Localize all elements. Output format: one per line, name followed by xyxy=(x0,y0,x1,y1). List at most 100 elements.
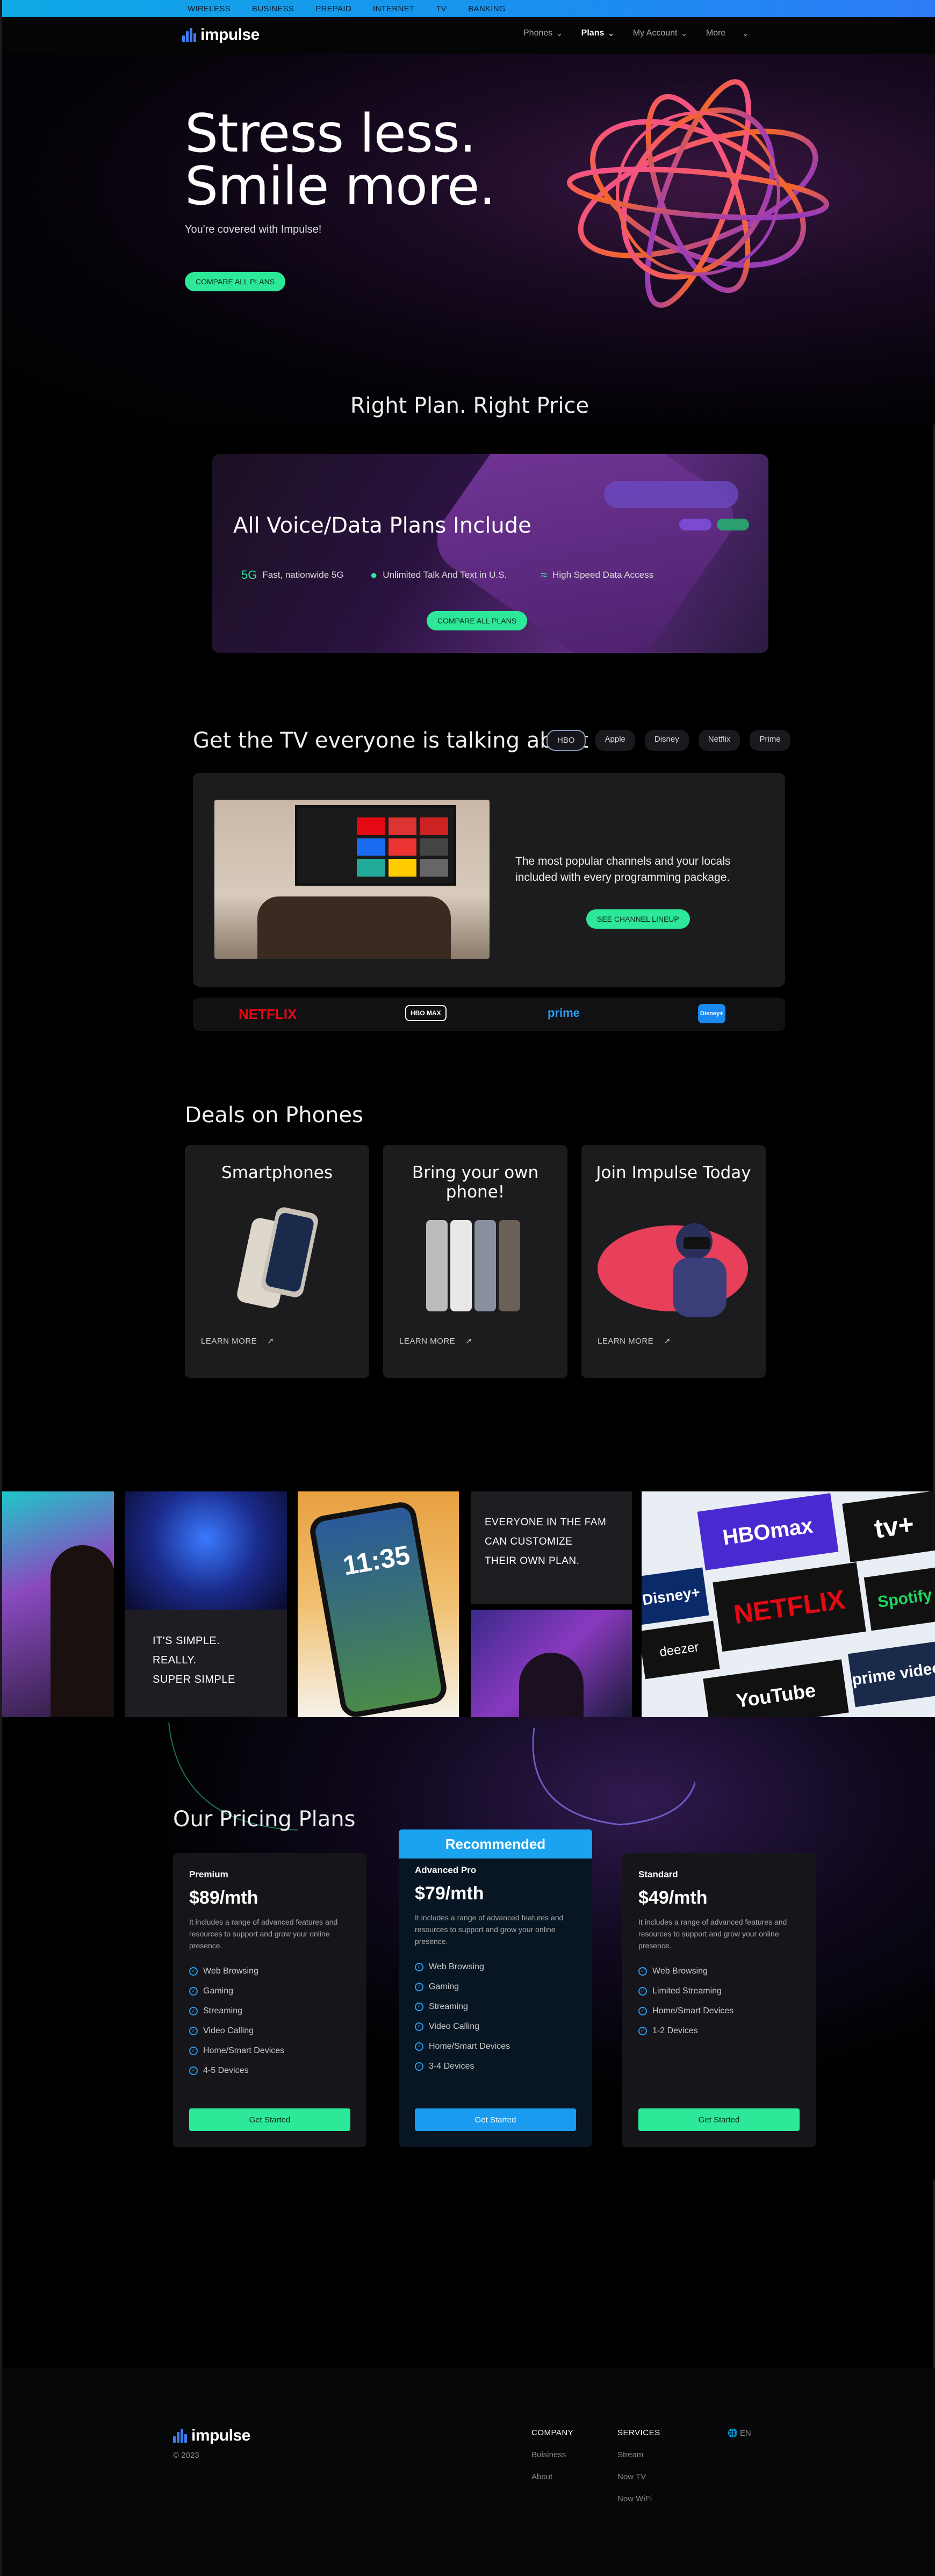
prime-logo: prime xyxy=(548,1006,580,1020)
check-circle-icon: ✓ xyxy=(189,2006,198,2015)
nav-item-phones[interactable]: Phones ⌄ xyxy=(523,28,563,39)
get-started-button[interactable]: Get Started xyxy=(189,2108,350,2131)
plan-feature-label: Gaming xyxy=(429,1982,459,1991)
get-started-button[interactable]: Get Started xyxy=(415,2108,576,2131)
topbar-link-prepaid[interactable]: PREPAID xyxy=(315,4,351,13)
brand-logo[interactable]: impulse xyxy=(182,26,260,44)
plan-feature-label: Home/Smart Devices xyxy=(652,2006,734,2015)
plan-feature: ✓ Web Browsing xyxy=(415,1957,576,1977)
plan-feature: ✓ Limited Streaming xyxy=(638,1981,800,2001)
hero-headline: Stress less. Smile more. xyxy=(185,107,496,213)
nav-item-label: My Account xyxy=(632,28,678,38)
plan-price: $89/mth xyxy=(189,1888,258,1908)
youtube-tile: YouTube xyxy=(703,1659,849,1717)
disney-tile: Disney+ xyxy=(642,1567,709,1625)
tab-prime[interactable]: Prime xyxy=(750,730,790,751)
copyright: © 2023 xyxy=(173,2451,199,2460)
hbo-max-logo: HBO MAX xyxy=(405,1005,447,1021)
get-started-button[interactable]: Get Started xyxy=(638,2108,800,2131)
tv-screen-graphic xyxy=(295,805,456,886)
compare-plans-button[interactable]: COMPARE ALL PLANS xyxy=(185,272,286,291)
topbar-link-tv[interactable]: TV xyxy=(436,4,447,13)
learn-more-link[interactable]: LEARN MORE ↗ xyxy=(399,1336,472,1346)
plan-card-advanced-pro: Advanced Pro $79/mth It includes a range… xyxy=(399,1859,592,2147)
footer-services-column: SERVICES Stream Now TV Now WiFi xyxy=(617,2428,660,2503)
feature-label: Unlimited Talk And Text in U.S. xyxy=(383,570,507,580)
nav-item-more[interactable]: More ⌄ xyxy=(706,28,749,39)
nav-links: Phones ⌄ Plans ⌄ My Account ⌄ More ⌄ xyxy=(523,28,749,39)
globe-icon: 🌐 xyxy=(728,2429,738,2438)
language-selector[interactable]: 🌐 EN xyxy=(728,2428,751,2438)
check-circle-icon: ✓ xyxy=(189,2026,198,2035)
include-compare-button[interactable]: COMPARE ALL PLANS xyxy=(427,611,528,630)
plan-feature-label: Limited Streaming xyxy=(652,1986,722,1996)
plan-feature-label: Video Calling xyxy=(429,2021,479,2031)
plan-feature: ✓ Web Browsing xyxy=(638,1961,800,1981)
footer-heading: SERVICES xyxy=(617,2428,660,2437)
plan-name: Premium xyxy=(189,1869,228,1879)
plan-feature-label: 3-4 Devices xyxy=(429,2061,474,2071)
plan-feature-label: Web Browsing xyxy=(203,1966,258,1976)
family-silhouette xyxy=(257,896,451,959)
simple-line: SUPER SIMPLE xyxy=(153,1674,235,1685)
deal-card-join[interactable]: Join Impulse Today LEARN MORE ↗ xyxy=(581,1145,766,1378)
footer-link-now-tv[interactable]: Now TV xyxy=(617,2472,660,2481)
plan-name: Advanced Pro xyxy=(415,1865,477,1875)
channel-lineup-button[interactable]: SEE CHANNEL LINEUP xyxy=(586,909,690,929)
deezer-tile: deezer xyxy=(642,1620,720,1680)
plan-feature: ✓ Video Calling xyxy=(415,2017,576,2036)
footer-link-about[interactable]: About xyxy=(531,2472,573,2481)
check-circle-icon: ✓ xyxy=(189,2066,198,2075)
check-circle-icon: ✓ xyxy=(415,2042,423,2051)
learn-more-label: LEARN MORE xyxy=(399,1337,456,1346)
hero-headline-line1: Stress less. xyxy=(185,103,476,164)
language-label: EN xyxy=(739,2429,751,2438)
tab-netflix[interactable]: Netflix xyxy=(698,730,740,751)
stadium-photo xyxy=(125,1491,287,1610)
deal-card-title: Join Impulse Today xyxy=(596,1163,751,1182)
topbar-link-internet[interactable]: INTERNET xyxy=(373,4,414,13)
lifestyle-collage: IT'S SIMPLE. REALLY. SUPER SIMPLE 11:35 … xyxy=(2,1491,935,1717)
tab-disney[interactable]: Disney xyxy=(644,730,689,751)
deal-card-smartphones[interactable]: Smartphones LEARN MORE ↗ xyxy=(185,1145,369,1378)
arrow-up-right-icon: ↗ xyxy=(267,1337,274,1346)
footer xyxy=(2,2369,935,2576)
footer-link-now-wifi[interactable]: Now WiFi xyxy=(617,2494,660,2503)
deal-card-byop[interactable]: Bring your own phone! LEARN MORE ↗ xyxy=(383,1145,567,1378)
plan-feature-label: Gaming xyxy=(203,1986,234,1996)
check-circle-icon: ✓ xyxy=(415,2022,423,2031)
footer-link-stream[interactable]: Stream xyxy=(617,2450,660,2459)
phone-on-table-photo: 11:35 xyxy=(298,1491,459,1717)
topbar-link-banking[interactable]: BANKING xyxy=(468,4,506,13)
tab-apple[interactable]: Apple xyxy=(595,730,635,751)
topbar-link-wireless[interactable]: WIRELESS xyxy=(188,4,231,13)
tv-section-title: Get the TV everyone is talking about xyxy=(193,728,589,753)
feature-label: High Speed Data Access xyxy=(552,570,654,580)
plan-feature: ✓ Web Browsing xyxy=(189,1961,350,1981)
footer-link-business[interactable]: Buisiness xyxy=(531,2450,573,2459)
topbar-link-business[interactable]: BUSINESS xyxy=(252,4,294,13)
learn-more-link[interactable]: LEARN MORE ↗ xyxy=(201,1336,274,1346)
footer-brand-logo[interactable]: impulse xyxy=(173,2427,250,2445)
tv-card: The most popular channels and your local… xyxy=(193,773,785,987)
simple-line: IT'S SIMPLE. xyxy=(153,1635,220,1647)
phone-clock: 11:35 xyxy=(341,1539,413,1581)
plan-feature: ✓ Home/Smart Devices xyxy=(189,2041,350,2061)
logo-bars-icon xyxy=(182,28,197,42)
recommended-banner: Recommended xyxy=(399,1829,592,1859)
plan-feature: ✓ Gaming xyxy=(415,1977,576,1997)
nav-item-my-account[interactable]: My Account ⌄ xyxy=(633,28,688,39)
simple-text: IT'S SIMPLE. REALLY. SUPER SIMPLE xyxy=(153,1631,235,1689)
phones-lineup-image xyxy=(426,1220,520,1311)
brand-name: impulse xyxy=(200,26,260,44)
chevron-down-icon: ⌄ xyxy=(742,29,749,38)
plan-feature-label: Streaming xyxy=(203,2006,242,2015)
plan-feature-label: Video Calling xyxy=(203,2026,254,2035)
hero-rings-graphic xyxy=(566,79,830,308)
learn-more-link[interactable]: LEARN MORE ↗ xyxy=(598,1336,671,1346)
plan-feature: ✓ 1-2 Devices xyxy=(638,2021,800,2041)
nav-item-plans[interactable]: Plans ⌄ xyxy=(581,28,615,39)
tab-hbo[interactable]: HBO xyxy=(546,730,586,751)
decorative-pill xyxy=(717,519,749,530)
gamer-photo xyxy=(471,1610,632,1717)
